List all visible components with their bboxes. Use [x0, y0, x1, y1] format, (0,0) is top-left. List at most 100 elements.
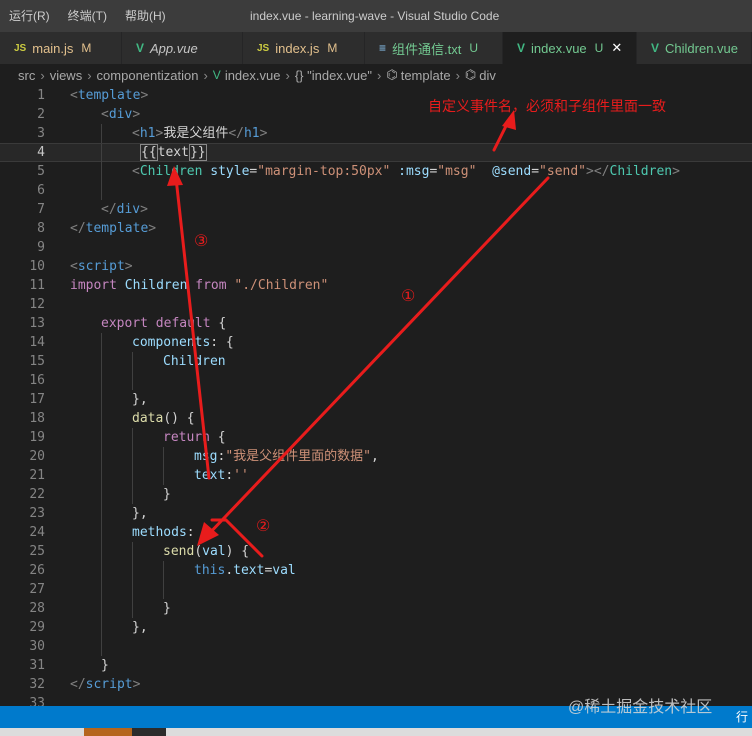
taskbar: [0, 728, 752, 736]
breadcrumb-div[interactable]: div: [479, 68, 496, 83]
code-line: 10 <script>: [0, 257, 752, 276]
line-number: 21: [29, 468, 45, 483]
taskbar-item[interactable]: [132, 728, 166, 736]
taskbar-item[interactable]: [84, 728, 132, 736]
chevron-right-icon: ›: [377, 67, 382, 83]
menu-bar: 运行(R) 终端(T) 帮助(H): [0, 0, 175, 32]
tab-label: index.js: [275, 40, 320, 56]
annotation-step2: ②: [256, 518, 271, 535]
line-number: 29: [29, 620, 45, 635]
code-text: </template>: [70, 221, 157, 236]
tab-main-js[interactable]: JS main.js M: [0, 32, 122, 64]
code-line: 16: [0, 371, 752, 390]
tab-app-vue[interactable]: V App.vue: [122, 32, 243, 64]
breadcrumb-views[interactable]: views: [50, 68, 83, 83]
code-line: 30: [0, 637, 752, 656]
code-line: 6: [0, 181, 752, 200]
line-number: 32: [29, 677, 45, 692]
code-line: 23},: [0, 504, 752, 523]
tab-label: App.vue: [150, 40, 198, 56]
breadcrumb-template[interactable]: template: [401, 68, 451, 83]
close-icon[interactable]: ✕: [611, 40, 622, 56]
breadcrumb-componentization[interactable]: componentization: [97, 68, 199, 83]
code-line: 15 Children: [0, 352, 752, 371]
untracked-badge: U: [594, 41, 604, 55]
code-text: return {: [163, 430, 226, 445]
tab-label: index.vue: [531, 40, 587, 56]
code-text: methods:: [132, 525, 195, 540]
line-number: 17: [29, 392, 45, 407]
line-number: 8: [37, 221, 45, 236]
line-number: 3: [37, 126, 45, 141]
tab-children-vue[interactable]: V Children.vue: [637, 32, 752, 64]
code-line: 29},: [0, 618, 752, 637]
line-number: 24: [29, 525, 45, 540]
tab-index-js[interactable]: JS index.js M: [243, 32, 365, 64]
code-text: msg:"我是父组件里面的数据",: [194, 449, 379, 464]
menu-help[interactable]: 帮助(H): [116, 0, 175, 32]
modified-badge: M: [327, 41, 338, 55]
code-line: 28}: [0, 599, 752, 618]
chevron-right-icon: ›: [40, 67, 45, 83]
code-line: 27: [0, 580, 752, 599]
line-number: 28: [29, 601, 45, 616]
code-line: 13 export default {: [0, 314, 752, 333]
line-number: 4: [37, 145, 45, 160]
code-text: </div>: [101, 202, 148, 217]
vue-file-icon: V: [517, 41, 526, 55]
breadcrumb: src › views › componentization › Vindex.vue…: [0, 64, 752, 86]
code-text: <div>: [101, 107, 141, 122]
untracked-badge: U: [469, 41, 479, 55]
code-text: <h1>我是父组件</h1>: [132, 126, 268, 141]
code-line: 32 </script>: [0, 675, 752, 694]
line-number: 15: [29, 354, 45, 369]
code-text: <template>: [70, 88, 149, 103]
tab-label: main.js: [32, 40, 74, 56]
chevron-right-icon: ›: [455, 67, 460, 83]
breadcrumb-index-vue[interactable]: index.vue: [225, 68, 281, 83]
modified-badge: M: [81, 41, 92, 55]
editor-tabs: JS main.js M V App.vue JS index.js M ≡ 组…: [0, 32, 752, 64]
line-number: 23: [29, 506, 45, 521]
chevron-right-icon: ›: [285, 67, 290, 83]
code-line: 26 this.text=val: [0, 561, 752, 580]
code-text: export default {: [101, 316, 227, 331]
code-text: this.text=val: [194, 563, 296, 578]
code-line: 11 import Children from "./Children": [0, 276, 752, 295]
status-line-col[interactable]: 行: [736, 706, 748, 728]
code-line: 17},: [0, 390, 752, 409]
line-number: 16: [29, 373, 45, 388]
breadcrumb-src[interactable]: src: [18, 68, 35, 83]
code-text: <script>: [70, 259, 133, 274]
tab-component-communication-txt[interactable]: ≡ 组件通信.txt U: [365, 32, 503, 64]
code-line: 9: [0, 238, 752, 257]
line-number: 18: [29, 411, 45, 426]
code-line: 20 msg:"我是父组件里面的数据",: [0, 447, 752, 466]
js-file-icon: JS: [14, 42, 27, 54]
text-file-icon: ≡: [379, 41, 387, 55]
line-number: 5: [37, 164, 45, 179]
code-editor[interactable]: 1 <template> 2 <div> 3 <h1>我是父组件</h1> 4 {{te…: [0, 86, 752, 706]
element-icon: ⌬: [464, 67, 477, 82]
code-text: },: [132, 392, 148, 407]
line-number: 12: [29, 297, 45, 312]
menu-terminal[interactable]: 终端(T): [59, 0, 116, 32]
line-number: 27: [29, 582, 45, 597]
code-line: 12: [0, 295, 752, 314]
line-number: 2: [37, 107, 45, 122]
vue-file-icon: V: [651, 41, 660, 55]
line-number: 22: [29, 487, 45, 502]
code-line: 7 </div>: [0, 200, 752, 219]
line-number: 25: [29, 544, 45, 559]
tab-index-vue[interactable]: V index.vue U ✕: [503, 32, 637, 64]
js-file-icon: JS: [257, 42, 270, 54]
line-number: 7: [37, 202, 45, 217]
watermark: @稀土掘金技术社区: [568, 699, 713, 716]
title-bar: 运行(R) 终端(T) 帮助(H) index.vue - learning-w…: [0, 0, 752, 32]
code-line: 3 <h1>我是父组件</h1>: [0, 124, 752, 143]
annotation-note: 自定义事件名，必须和子组件里面一致: [428, 98, 666, 114]
code-text: }: [163, 601, 171, 616]
menu-run[interactable]: 运行(R): [0, 0, 59, 32]
breadcrumb-module[interactable]: {} "index.vue": [295, 68, 372, 83]
line-number: 20: [29, 449, 45, 464]
